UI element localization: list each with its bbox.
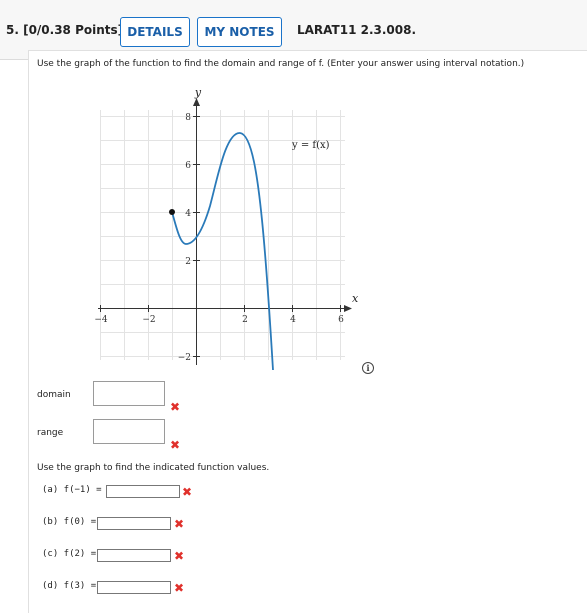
x-tick-label: 6 [338,315,344,325]
part-d-label: (d) f(3) = [42,581,97,591]
question-code: LARAT11 2.3.008. [297,23,417,37]
info-icon[interactable]: i [362,362,374,374]
x-tick-label: −4 [94,315,108,325]
x-tick-label: −2 [142,315,155,325]
range-label: range [37,428,64,438]
incorrect-icon: ✖ [170,400,181,414]
part-a-label: (a) f(−1) = [42,485,102,495]
y-tick-label: 6 [185,161,191,171]
part-b-label: (b) f(0) = [42,517,97,527]
incorrect-icon: ✖ [182,485,193,499]
part-d-input[interactable] [97,581,171,594]
x-axis-arrow [344,305,352,312]
incorrect-icon: ✖ [170,438,181,452]
y-tick-label: 4 [185,209,191,219]
my-notes-button[interactable]: MY NOTES [197,17,282,47]
y-tick-label: −2 [178,353,191,363]
x-axis-label: x [352,292,359,305]
part-c-label: (c) f(2) = [42,549,97,559]
closed-endpoint [169,209,175,215]
part-b-input[interactable] [97,517,171,530]
question-points-label: 5. [0/0.38 Points] [6,23,124,37]
instructions-text: Use the graph of the function to find th… [37,59,525,69]
incorrect-icon: ✖ [174,549,185,563]
part-a-input[interactable] [106,485,180,498]
incorrect-icon: ✖ [174,581,185,595]
y-tick-label: 2 [185,257,191,267]
domain-input[interactable] [93,381,165,406]
function-graph: −4 −2 2 4 6 8 6 4 2 −2 y x y = f(x) [94,86,359,371]
y-axis-arrow [193,98,200,106]
y-axis-label: y [194,86,202,99]
x-tick-label: 4 [290,315,296,325]
range-input[interactable] [93,419,165,444]
part-c-input[interactable] [97,549,171,562]
curve-label: y = f(x) [291,140,330,151]
details-button[interactable]: DETAILS [120,17,190,47]
values-instructions: Use the graph to find the indicated func… [37,463,270,473]
x-tick-label: 2 [242,315,248,325]
incorrect-icon: ✖ [174,517,185,531]
y-tick-label: 8 [185,113,191,123]
domain-label: domain [37,390,71,400]
